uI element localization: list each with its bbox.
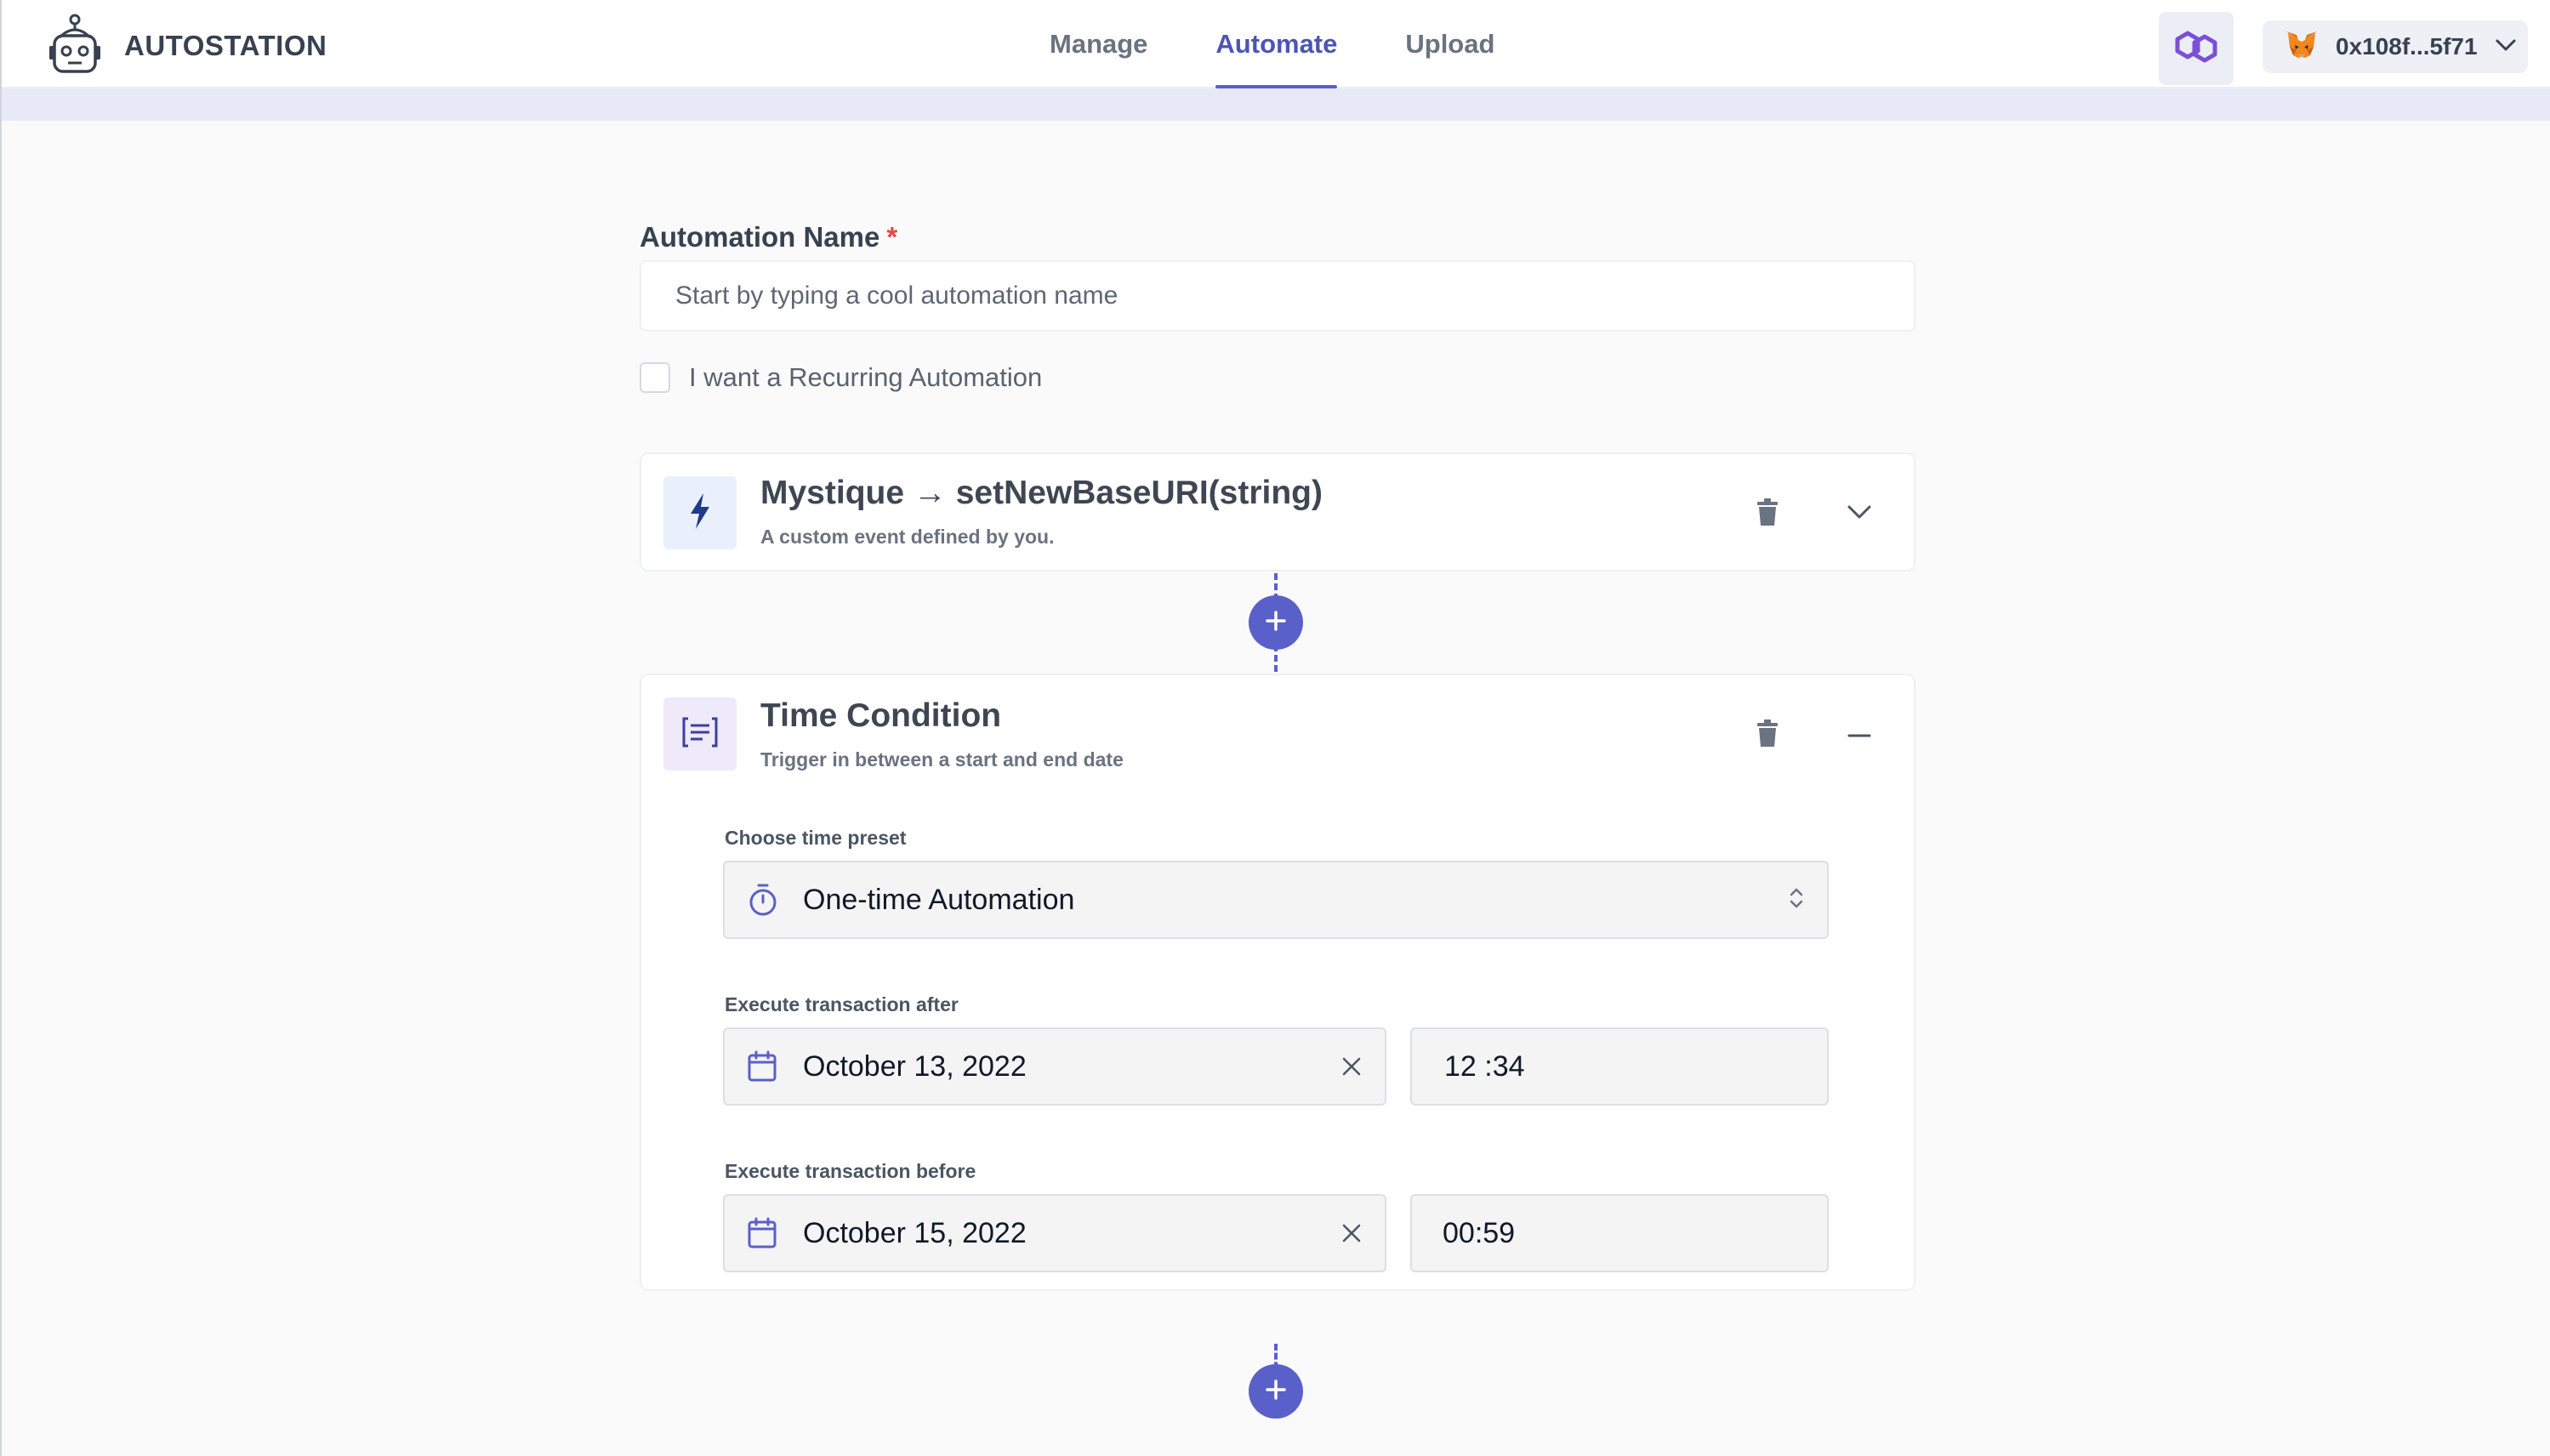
after-time-input[interactable]: 12 :34 bbox=[1410, 1027, 1829, 1106]
after-date-value: October 13, 2022 bbox=[803, 1049, 1027, 1083]
recurring-label: I want a Recurring Automation bbox=[689, 362, 1043, 392]
delete-condition-button[interactable] bbox=[1744, 711, 1791, 759]
execute-after-label: Execute transaction after bbox=[725, 993, 959, 1015]
calendar-icon bbox=[747, 1217, 777, 1249]
top-nav-bar: AUTOSTATION Manage Automate Upload 0x108… bbox=[2, 0, 2550, 88]
before-time-input[interactable]: 00:59 bbox=[1410, 1194, 1829, 1272]
after-date-input[interactable]: October 13, 2022 bbox=[723, 1027, 1386, 1106]
updown-chevron-icon bbox=[1788, 885, 1805, 915]
condition-icon-box bbox=[663, 697, 737, 771]
add-step-button[interactable] bbox=[1249, 1364, 1303, 1419]
clear-before-date-button[interactable] bbox=[1340, 1222, 1363, 1244]
recurring-checkbox[interactable] bbox=[640, 362, 670, 393]
trigger-card[interactable]: Mystique → setNewBaseURI(string) A custo… bbox=[640, 452, 1915, 572]
plus-icon bbox=[1265, 610, 1287, 636]
brand[interactable]: AUTOSTATION bbox=[48, 14, 327, 78]
tab-automate[interactable]: Automate bbox=[1215, 0, 1337, 88]
plus-icon bbox=[1265, 1379, 1287, 1405]
trash-icon bbox=[1756, 719, 1779, 752]
trigger-icon-box bbox=[663, 476, 737, 549]
automation-name-label-text: Automation Name bbox=[640, 221, 880, 253]
tab-upload[interactable]: Upload bbox=[1405, 0, 1494, 88]
time-preset-select[interactable]: One-time Automation bbox=[723, 861, 1829, 939]
trash-icon bbox=[1756, 498, 1779, 531]
time-condition-subtitle: Trigger in between a start and end date bbox=[760, 748, 1124, 771]
before-date-value: October 15, 2022 bbox=[803, 1216, 1027, 1249]
main-nav: Manage Automate Upload bbox=[1050, 0, 1494, 88]
automation-name-label: Automation Name * bbox=[640, 221, 897, 253]
stopwatch-icon bbox=[747, 883, 779, 917]
app-window: AUTOSTATION Manage Automate Upload 0x108… bbox=[0, 0, 2550, 1456]
calendar-icon bbox=[747, 1050, 777, 1083]
recurring-option[interactable]: I want a Recurring Automation bbox=[640, 362, 1042, 393]
clear-after-date-button[interactable] bbox=[1340, 1055, 1363, 1078]
lightning-icon bbox=[687, 492, 713, 535]
sub-header-strip bbox=[2, 88, 2550, 121]
trigger-title: Mystique → setNewBaseURI(string) bbox=[760, 475, 1323, 511]
time-preset-value: One-time Automation bbox=[803, 883, 1075, 916]
tab-manage[interactable]: Manage bbox=[1050, 0, 1147, 88]
add-step-button[interactable] bbox=[1249, 595, 1303, 650]
time-preset-label: Choose time preset bbox=[725, 827, 907, 849]
chevron-down-icon bbox=[2495, 38, 2517, 56]
network-switch-button[interactable] bbox=[2159, 12, 2234, 85]
brand-name: AUTOSTATION bbox=[124, 30, 327, 61]
delete-trigger-button[interactable] bbox=[1744, 490, 1791, 537]
collapse-condition-button[interactable] bbox=[1836, 711, 1883, 759]
before-date-input[interactable]: October 15, 2022 bbox=[723, 1194, 1386, 1272]
wallet-menu-button[interactable]: 0x108f...5f71 bbox=[2263, 20, 2528, 73]
execute-before-label: Execute transaction before bbox=[725, 1160, 976, 1182]
automation-name-input[interactable] bbox=[640, 260, 1915, 332]
before-time-value: 00:59 bbox=[1443, 1216, 1516, 1249]
polygon-icon bbox=[2172, 26, 2220, 72]
chevron-down-icon bbox=[1847, 504, 1872, 524]
minus-icon bbox=[1847, 727, 1872, 742]
required-marker: * bbox=[886, 221, 898, 253]
list-icon bbox=[681, 715, 719, 754]
expand-trigger-button[interactable] bbox=[1836, 490, 1883, 537]
robot-logo-icon bbox=[48, 12, 102, 81]
trigger-subtitle: A custom event defined by you. bbox=[760, 526, 1055, 548]
time-condition-title: Time Condition bbox=[760, 697, 1002, 734]
wallet-address: 0x108f...5f71 bbox=[2336, 33, 2478, 60]
after-time-value: 12 :34 bbox=[1444, 1049, 1525, 1083]
metamask-fox-icon bbox=[2285, 30, 2319, 65]
